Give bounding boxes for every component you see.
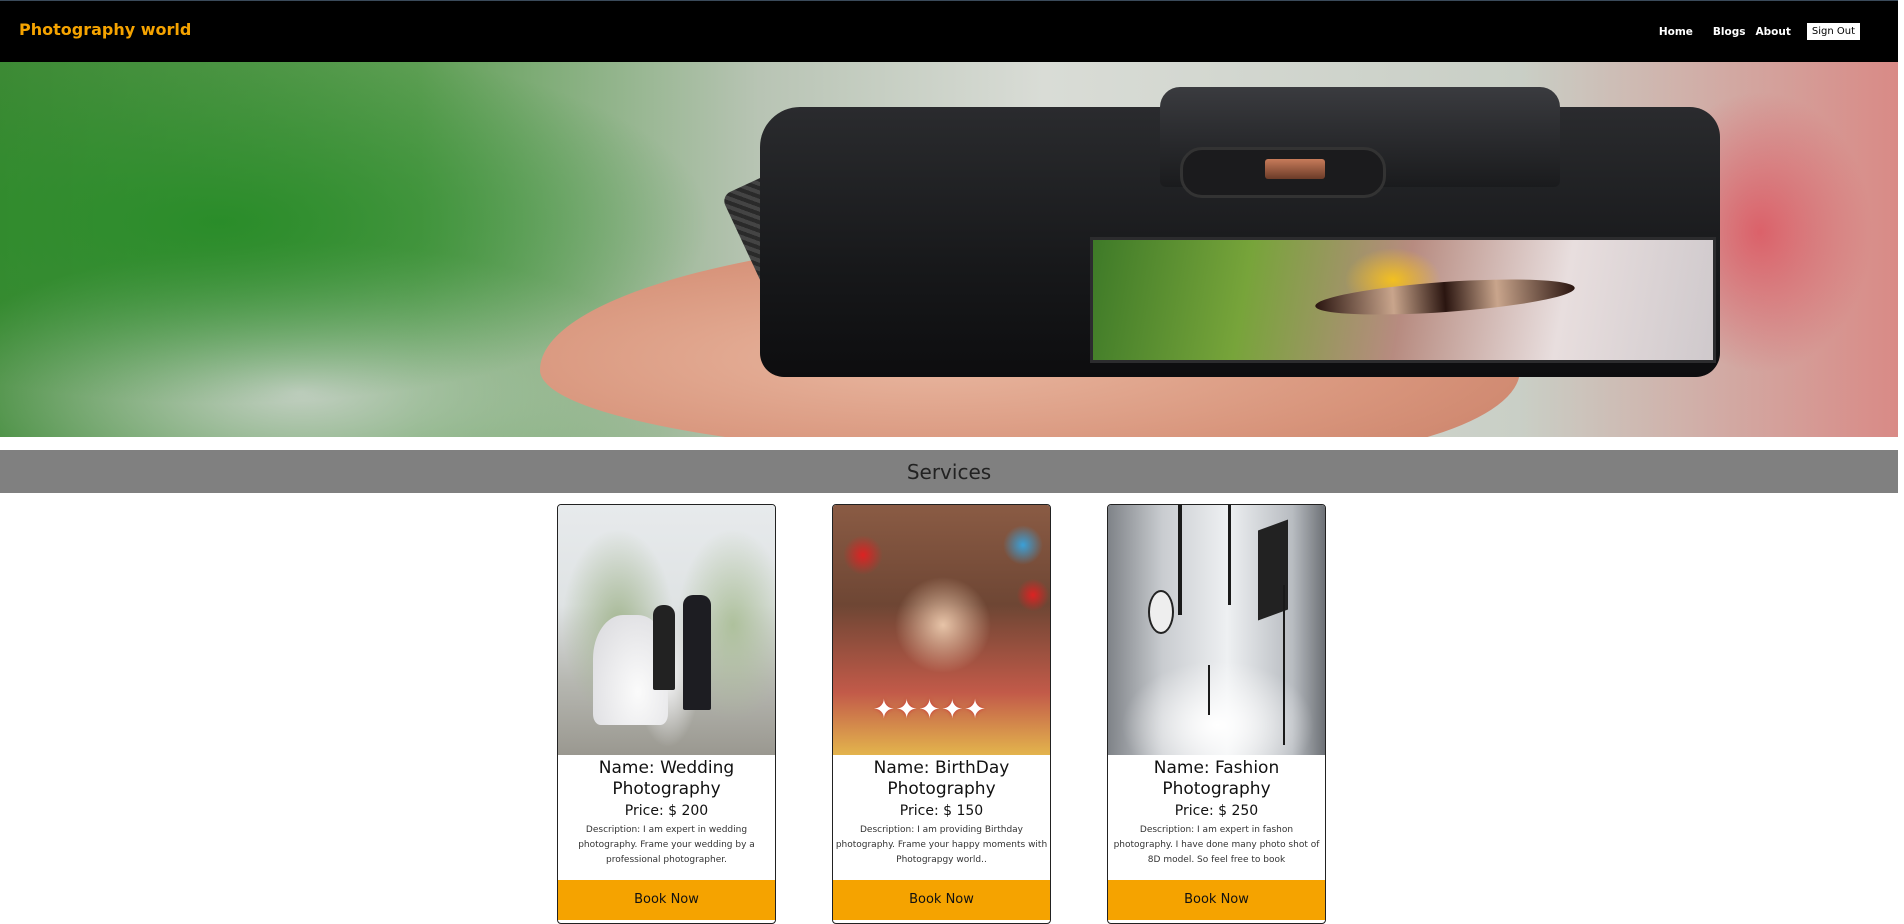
book-now-button[interactable]: Book Now [1108, 880, 1325, 920]
book-now-button[interactable]: Book Now [558, 880, 775, 920]
sign-out-button[interactable]: Sign Out [1806, 23, 1860, 40]
nav-blogs-link[interactable]: Blogs [1713, 26, 1746, 38]
nav-home-link[interactable]: Home [1659, 26, 1693, 38]
studio-light-stand [1178, 505, 1182, 615]
card-name: Name: BirthDay Photography [873, 758, 1010, 799]
hero-eyepiece-glass [1265, 159, 1325, 179]
studio-photo [1108, 505, 1325, 755]
service-card-wedding: Name: Wedding Photography Price: $ 200 D… [557, 504, 776, 924]
card-price: Price: $ 250 [1174, 803, 1259, 819]
wedding-photo [558, 505, 775, 755]
birthday-banner-letters: ✦✦✦✦✦ [873, 695, 987, 725]
card-description: Description: I am providing Birthday pho… [835, 825, 1048, 865]
service-card-birthday: ✦✦✦✦✦ Name: BirthDay Photography Price: … [832, 504, 1051, 924]
studio-tripod [1283, 585, 1285, 745]
nav-about-link[interactable]: About [1756, 26, 1791, 38]
studio-softbox [1148, 590, 1174, 634]
services-title: Services [906, 459, 992, 484]
brand-logo[interactable]: Photography world [19, 20, 191, 39]
studio-light-stand [1228, 505, 1231, 605]
wedding-officiant [653, 605, 675, 690]
card-name: Name: Fashion Photography [1153, 758, 1280, 799]
services-header: Services [0, 450, 1898, 493]
wedding-groom [683, 595, 711, 710]
card-name: Name: Wedding Photography [598, 758, 735, 799]
card-description: Description: I am expert in wedding phot… [578, 825, 755, 865]
nav-links: Home Blogs About Sign Out [1659, 23, 1860, 40]
studio-stool [1208, 665, 1210, 715]
navbar: Photography world Home Blogs About Sign … [0, 0, 1898, 62]
birthday-photo: ✦✦✦✦✦ [833, 505, 1050, 755]
book-now-button[interactable]: Book Now [833, 880, 1050, 920]
card-price: Price: $ 200 [624, 803, 709, 819]
hero-banner-image [0, 62, 1898, 437]
service-card-fashion: Name: Fashion Photography Price: $ 250 D… [1107, 504, 1326, 924]
card-price: Price: $ 150 [899, 803, 984, 819]
card-description: Description: I am expert in fashon photo… [1113, 825, 1320, 865]
